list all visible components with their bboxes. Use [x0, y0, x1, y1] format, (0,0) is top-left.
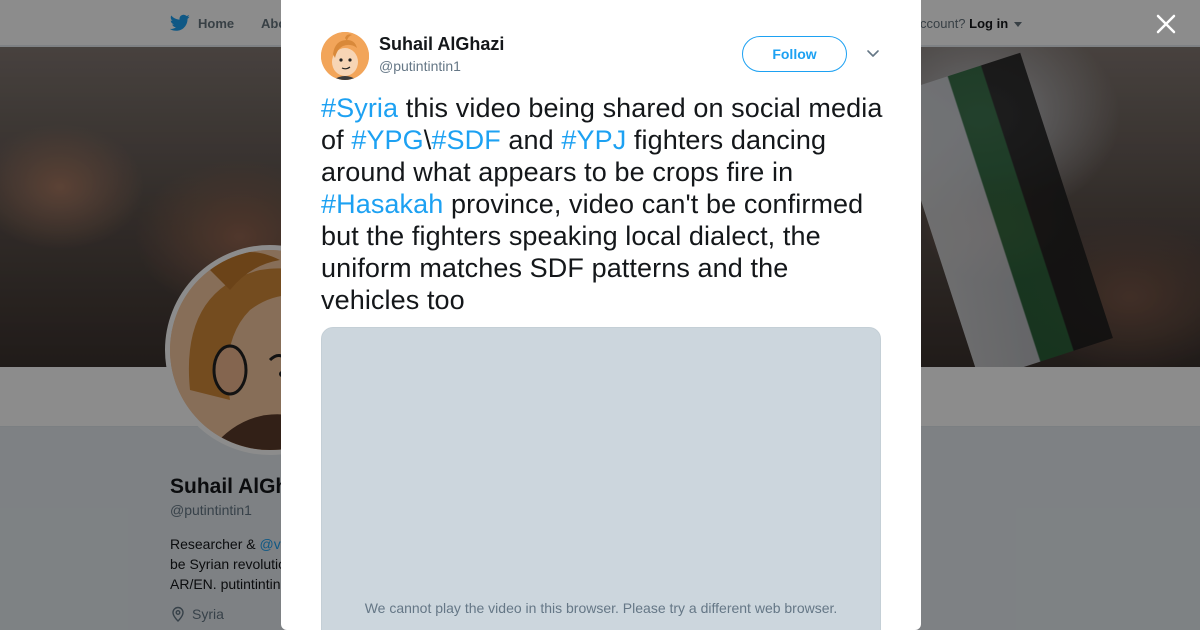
hashtag-sdf[interactable]: #SDF: [431, 125, 500, 155]
author-avatar[interactable]: [321, 32, 369, 80]
hashtag-hasakah[interactable]: #Hasakah: [321, 189, 443, 219]
chevron-down-icon[interactable]: [863, 46, 883, 62]
tweet-text-segment: and: [500, 125, 562, 155]
tweet-modal: Suhail AlGhazi @putintintin1 Follow #Syr…: [281, 0, 921, 630]
hashtag-syria[interactable]: #Syria: [321, 93, 398, 123]
author-handle[interactable]: @putintintin1: [379, 58, 461, 74]
hashtag-ypg[interactable]: #YPG: [351, 125, 423, 155]
close-icon[interactable]: [1150, 8, 1182, 40]
tintin-avatar-small-image: [321, 32, 369, 80]
video-unsupported-message: We cannot play the video in this browser…: [364, 600, 838, 616]
author-name[interactable]: Suhail AlGhazi: [379, 34, 504, 55]
tweet-text: #Syria this video being shared on social…: [321, 92, 886, 316]
video-player[interactable]: We cannot play the video in this browser…: [321, 327, 881, 630]
follow-button[interactable]: Follow: [742, 36, 847, 72]
hashtag-ypj[interactable]: #YPJ: [561, 125, 626, 155]
